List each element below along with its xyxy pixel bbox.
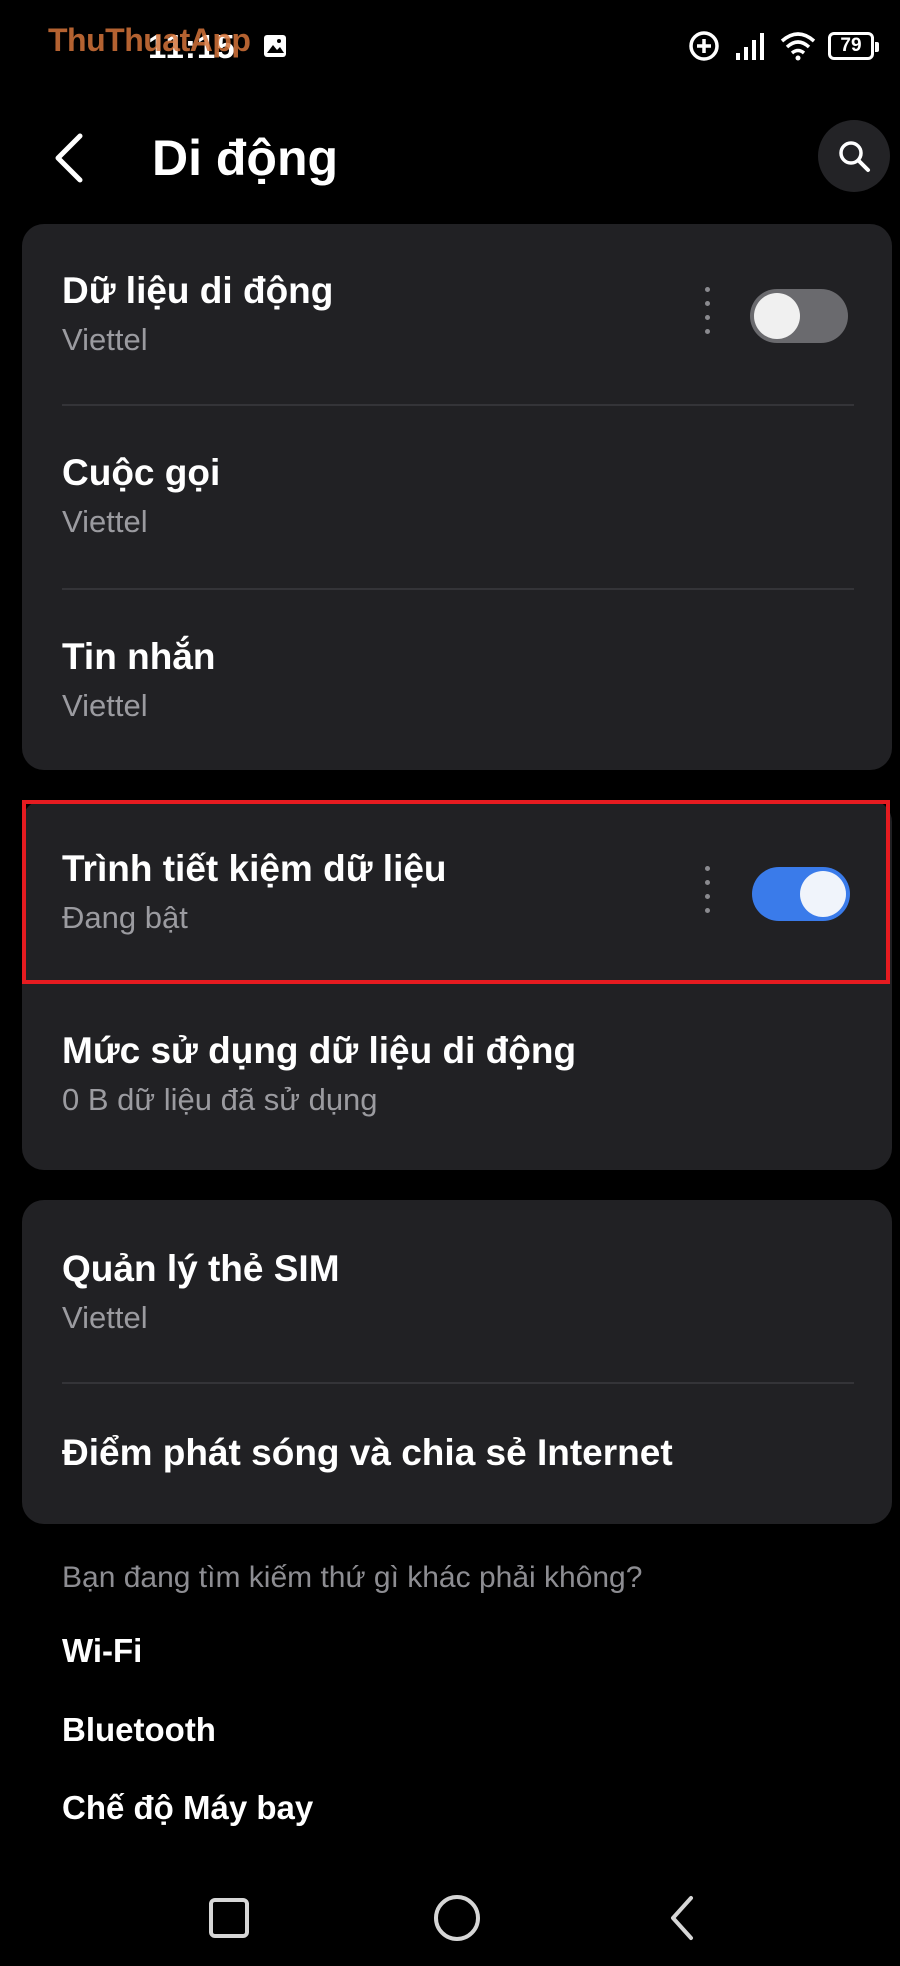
mobile-data-toggle[interactable] — [750, 289, 848, 343]
row-title: Điểm phát sóng và chia sẻ Internet — [62, 1432, 673, 1473]
row-title: Tin nhắn — [62, 636, 216, 677]
suggestion-link-airplane-mode[interactable]: Chế độ Máy bay — [62, 1789, 313, 1827]
hotspot-tethering-row[interactable]: Điểm phát sóng và chia sẻ Internet — [22, 1384, 892, 1524]
app-bar: Di động — [0, 110, 900, 210]
row-subtitle: 0 B dữ liệu đã sử dụng — [62, 1082, 378, 1117]
navigation-bar — [0, 1870, 900, 1966]
row-subtitle: Viettel — [62, 688, 148, 723]
highlight-box — [22, 800, 890, 984]
suggestion-link-wifi[interactable]: Wi-Fi — [62, 1632, 142, 1670]
row-subtitle: Viettel — [62, 504, 148, 539]
watermark-logo: ThuThuatApp — [48, 22, 251, 58]
row-title: Quản lý thẻ SIM — [62, 1248, 340, 1289]
calls-row[interactable]: Cuộc gọi Viettel — [22, 406, 892, 588]
recent-apps-icon[interactable] — [199, 1888, 259, 1948]
data-saver-icon — [689, 31, 719, 61]
row-subtitle: Viettel — [62, 322, 148, 357]
suggestions-label: Bạn đang tìm kiếm thứ gì khác phải không… — [62, 1561, 643, 1594]
row-title: Cuộc gọi — [62, 452, 221, 493]
more-options-icon[interactable] — [703, 287, 711, 343]
suggestion-link-bluetooth[interactable]: Bluetooth — [62, 1711, 216, 1749]
page-title: Di động — [152, 130, 339, 186]
status-icons: 79 — [686, 28, 879, 64]
settings-card-sim: Quản lý thẻ SIM Viettel Điểm phát sóng v… — [22, 1200, 892, 1524]
search-icon — [839, 141, 870, 172]
home-icon[interactable] — [427, 1888, 487, 1948]
search-button[interactable] — [818, 120, 890, 192]
battery-level: 79 — [840, 35, 862, 56]
signal-icon — [736, 33, 764, 60]
status-bar: 11:15 ThuThuatApp 79 — [0, 0, 900, 90]
mobile-data-row[interactable]: Dữ liệu di động Viettel — [22, 224, 892, 404]
sim-manager-row[interactable]: Quản lý thẻ SIM Viettel — [22, 1200, 892, 1382]
back-arrow-icon[interactable] — [42, 128, 102, 188]
row-title: Dữ liệu di động — [62, 270, 334, 311]
battery-icon: 79 — [828, 32, 879, 60]
back-icon[interactable] — [655, 1888, 715, 1948]
image-notification-icon — [264, 35, 286, 57]
wifi-icon — [780, 32, 816, 61]
row-subtitle: Viettel — [62, 1300, 148, 1335]
row-title: Mức sử dụng dữ liệu di động — [62, 1030, 577, 1071]
mobile-data-usage-row[interactable]: Mức sử dụng dữ liệu di động 0 B dữ liệu … — [22, 984, 892, 1170]
settings-card-mobile-services: Dữ liệu di động Viettel Cuộc gọi Viettel… — [22, 224, 892, 770]
messages-row[interactable]: Tin nhắn Viettel — [22, 590, 892, 770]
